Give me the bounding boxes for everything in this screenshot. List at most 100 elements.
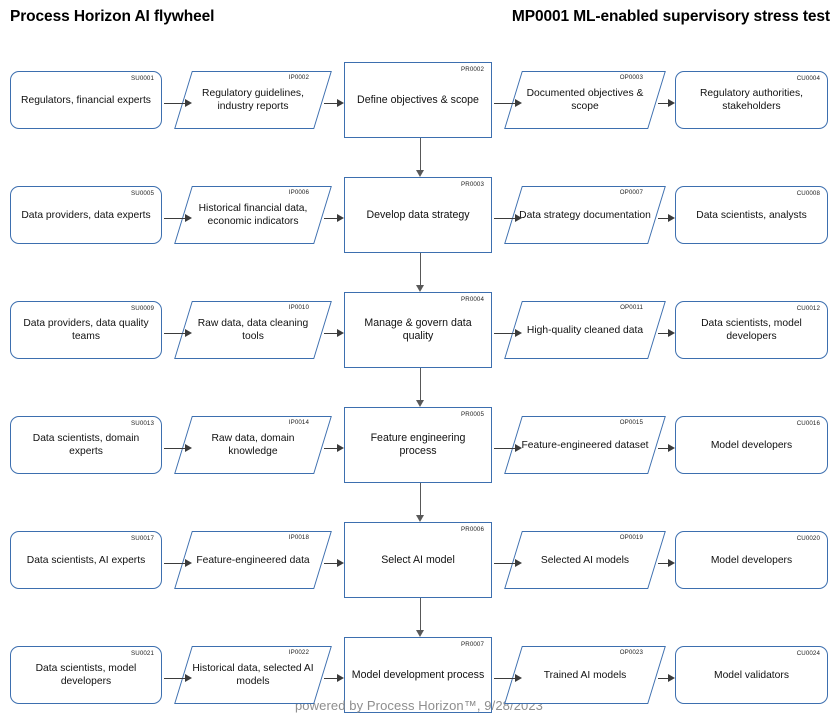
arrow-shaft [324, 677, 338, 680]
flow-arrow-right [658, 214, 675, 223]
node-supplier-su0013[interactable]: SU0013 Data scientists, domain experts [10, 416, 162, 474]
node-output-op0007[interactable]: OP0007 Data strategy documentation [504, 186, 666, 244]
node-text-label: Trained AI models [543, 669, 627, 681]
title-bar: Process Horizon AI flywheel MP0001 ML-en… [0, 0, 838, 40]
arrow-head [337, 559, 344, 567]
node-input-ip0006[interactable]: IP0006 Historical financial data, economi… [174, 186, 332, 244]
node-text-label: Model developers [710, 439, 793, 451]
flow-arrow-right [494, 674, 522, 683]
node-output-op0023[interactable]: OP0023 Trained AI models [504, 646, 666, 704]
arrow-head [416, 515, 424, 522]
node-id-label: CU0008 [796, 190, 820, 197]
node-supplier-su0017[interactable]: SU0017 Data scientists, AI experts [10, 531, 162, 589]
flow-arrow-right [324, 674, 344, 683]
node-input-ip0018[interactable]: IP0018 Feature-engineered data [174, 531, 332, 589]
arrow-head [185, 214, 192, 222]
node-id-label: OP0015 [619, 419, 643, 426]
arrow-head [337, 329, 344, 337]
node-text-label: Selected AI models [540, 554, 630, 566]
node-process-pr0004[interactable]: PR0004 Manage & govern data quality [344, 292, 492, 368]
footer-attribution: powered by Process Horizon™, 9/28/2023 [294, 698, 544, 713]
arrow-shaft [494, 102, 516, 105]
node-id-label: PR0002 [461, 66, 484, 73]
arrow-shaft [494, 447, 516, 450]
node-output-op0003[interactable]: OP0003 Documented objectives & scope [504, 71, 666, 129]
node-customer-cu0024[interactable]: CU0024 Model validators [675, 646, 828, 704]
node-input-ip0022[interactable]: IP0022 Historical data, selected AI model… [174, 646, 332, 704]
node-supplier-su0009[interactable]: SU0009 Data providers, data quality teams [10, 301, 162, 359]
node-text-label: Define objectives & scope [357, 93, 479, 106]
node-customer-cu0012[interactable]: CU0012 Data scientists, model developers [675, 301, 828, 359]
node-customer-cu0004[interactable]: CU0004 Regulatory authorities, stakeholde… [675, 71, 828, 129]
process-sequence-arrow-down [416, 253, 425, 292]
node-text-label: Raw data, domain knowledge [211, 433, 295, 457]
node-text-label: Data strategy documentation [519, 209, 651, 221]
arrow-head [515, 559, 522, 567]
arrow-head [416, 630, 424, 637]
arrow-head [185, 559, 192, 567]
node-id-label: SU0017 [131, 535, 154, 542]
node-text-label: Feature engineering process [370, 432, 466, 457]
node-id-label: OP0003 [619, 74, 643, 81]
arrow-shaft [164, 332, 186, 335]
node-output-op0011[interactable]: OP0011 High-quality cleaned data [504, 301, 666, 359]
node-customer-cu0008[interactable]: CU0008 Data scientists, analysts [675, 186, 828, 244]
flow-arrow-right [658, 674, 675, 683]
arrow-head [185, 99, 192, 107]
node-id-label: PR0004 [461, 296, 484, 303]
node-output-op0019[interactable]: OP0019 Selected AI models [504, 531, 666, 589]
node-input-ip0010[interactable]: IP0010 Raw data, data cleaning tools [174, 301, 332, 359]
node-id-label: OP0011 [620, 304, 643, 311]
arrow-shaft [419, 253, 422, 287]
arrow-head [337, 674, 344, 682]
page-title-right: MP0001 ML-enabled supervisory stress tes… [511, 8, 830, 25]
node-id-label: PR0007 [461, 641, 484, 648]
flow-arrow-right [164, 214, 192, 223]
flow-arrow-right [658, 559, 675, 568]
arrow-head [416, 285, 424, 292]
node-text-label: Data scientists, analysts [696, 209, 807, 221]
node-supplier-su0005[interactable]: SU0005 Data providers, data experts [10, 186, 162, 244]
node-id-label: CU0016 [796, 420, 820, 427]
node-text-label: Data providers, data experts [21, 209, 151, 221]
sipoc-row: SU0009 Data providers, data quality teams… [0, 280, 838, 380]
node-supplier-su0001[interactable]: SU0001 Regulators, financial experts [10, 71, 162, 129]
node-process-pr0003[interactable]: PR0003 Develop data strategy [344, 177, 492, 253]
flow-arrow-right [164, 444, 192, 453]
arrow-shaft [164, 447, 186, 450]
node-id-label: OP0007 [619, 189, 643, 196]
sipoc-row: SU0017 Data scientists, AI experts IP0018 F… [0, 510, 838, 610]
flow-arrow-right [164, 559, 192, 568]
node-text-label: Regulators, financial experts [21, 94, 151, 106]
node-id-label: SU0009 [131, 305, 154, 312]
arrow-head [668, 674, 675, 682]
node-id-label: IP0002 [288, 74, 309, 81]
flow-arrow-right [324, 444, 344, 453]
node-text-label: Regulatory guidelines, industry reports [202, 88, 304, 112]
sipoc-diagram: SU0001 Regulators, financial experts IP000… [0, 40, 838, 728]
node-text-label: Data scientists, AI experts [26, 554, 146, 566]
process-sequence-arrow-down [416, 138, 425, 177]
node-input-ip0014[interactable]: IP0014 Raw data, domain knowledge [174, 416, 332, 474]
node-customer-cu0016[interactable]: CU0016 Model developers [675, 416, 828, 474]
node-output-op0015[interactable]: OP0015 Feature-engineered dataset [504, 416, 666, 474]
node-text-label: Historical data, selected AI models [192, 663, 314, 687]
sipoc-row: SU0005 Data providers, data experts IP0006… [0, 165, 838, 265]
arrow-head [515, 99, 522, 107]
node-input-ip0002[interactable]: IP0002 Regulatory guidelines, industry re… [174, 71, 332, 129]
page-title-left: Process Horizon AI flywheel [10, 8, 215, 25]
arrow-head [337, 444, 344, 452]
arrow-head [185, 444, 192, 452]
arrow-head [668, 99, 675, 107]
node-process-pr0002[interactable]: PR0002 Define objectives & scope [344, 62, 492, 138]
arrow-head [185, 329, 192, 337]
node-supplier-su0021[interactable]: SU0021 Data scientists, model developers [10, 646, 162, 704]
arrow-shaft [494, 562, 516, 565]
node-process-pr0006[interactable]: PR0006 Select AI model [344, 522, 492, 598]
node-id-label: IP0014 [288, 419, 309, 426]
node-process-pr0005[interactable]: PR0005 Feature engineering process [344, 407, 492, 483]
arrow-head [337, 214, 344, 222]
node-text-label: Model developers [710, 554, 793, 566]
node-id-label: CU0020 [796, 535, 820, 542]
node-customer-cu0020[interactable]: CU0020 Model developers [675, 531, 828, 589]
